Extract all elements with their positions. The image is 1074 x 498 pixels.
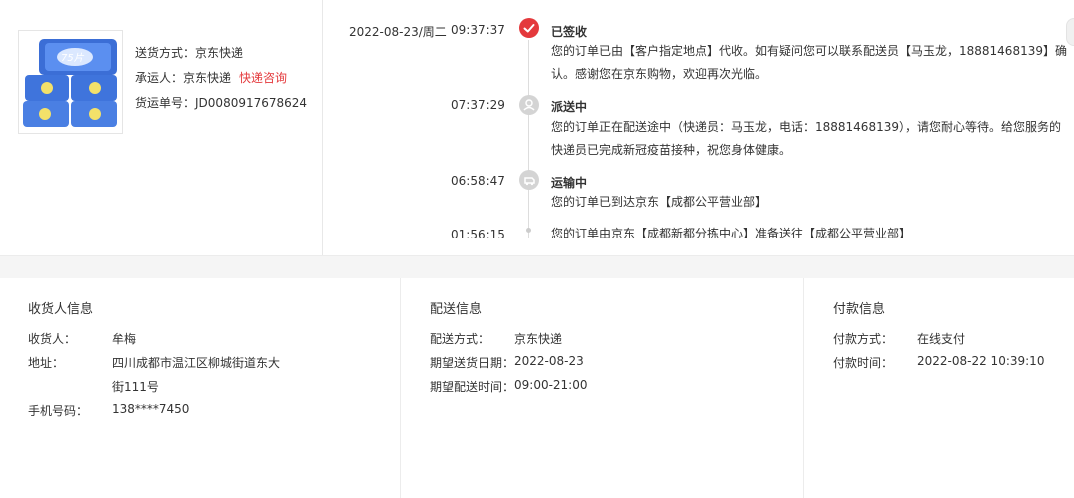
receiver-info: 收货人信息 收货人： 牟梅 地址： 四川成都市温江区柳城街道东大 街111号 手… (0, 278, 401, 498)
expected-time-value: 09:00-21:00 (514, 378, 588, 392)
event-description: 您的订单已到达京东【成都公平营业部】 (551, 195, 768, 209)
tracking-number-label: 货运单号： (135, 96, 196, 110)
transport-icon (519, 170, 539, 190)
carrier-label: 承运人： (135, 71, 184, 85)
timeline-dot (526, 228, 531, 233)
tracking-number: 货运单号：JD0080917678624 (135, 94, 307, 111)
delivery-method-label: 配送方式： (430, 332, 491, 346)
delivery-person-icon (519, 95, 539, 115)
address-line-2: 街111号 (112, 380, 159, 394)
payment-time-value: 2022-08-22 10:39:10 (917, 354, 1045, 368)
product-image-text: 75片 (61, 52, 85, 64)
shipping-method: 送货方式：京东快递 (135, 44, 243, 61)
tracking-date: 2022-08-23/周二 (349, 25, 447, 39)
carrier: 承运人：京东快递 快递咨询 (135, 69, 287, 86)
delivery-info: 配送信息 配送方式： 京东快递 期望送货日期： 2022-08-23 期望配送时… (401, 278, 804, 498)
shipping-method-label: 送货方式： (135, 46, 196, 60)
event-status: 运输中 (551, 176, 588, 190)
wet-wipes-package-icon: 75片 (19, 31, 122, 133)
event-description: 您的订单正在配送途中（快递员：马玉龙，电话：18881468139），请您耐心等… (551, 120, 1061, 157)
product-image[interactable]: 75片 (18, 30, 123, 134)
receiver-name-value: 牟梅 (112, 332, 137, 346)
event-status: 已签收 (551, 25, 588, 39)
event-description: 您的订单已由【客户指定地点】代收。如有疑问您可以联系配送员【马玉龙，188814… (551, 44, 1067, 81)
event-time: 06:58:47 (451, 174, 505, 188)
address-label: 地址： (28, 356, 65, 370)
address-line-1: 四川成都市温江区柳城街道东大 (112, 356, 281, 370)
scroll-handle[interactable] (1066, 18, 1074, 46)
payment-time-label: 付款时间： (833, 356, 894, 370)
expected-time-label: 期望配送时间： (430, 380, 515, 394)
phone-value: 138****7450 (112, 402, 190, 416)
tracking-number-value: JD0080917678624 (195, 96, 308, 110)
event-time: 09:37:37 (451, 23, 505, 37)
order-tracking-section: 75片 送货方式：京东快递 承运人：京东快递 快递咨询 货运单号：JD008091… (0, 0, 1074, 255)
carrier-value: 京东快递 (183, 71, 232, 85)
event-time: 01:56:15 (451, 228, 505, 238)
expected-date-value: 2022-08-23 (514, 354, 584, 368)
receiver-title: 收货人信息 (28, 302, 94, 317)
phone-label: 手机号码： (28, 404, 89, 418)
shipment-summary: 75片 送货方式：京东快递 承运人：京东快递 快递咨询 货运单号：JD008091… (0, 0, 323, 255)
section-divider (0, 255, 1074, 278)
event-description: 您的订单由京东【成都新都分拣中心】准备送往【成都公平营业部】 (551, 227, 912, 238)
payment-title: 付款信息 (833, 302, 886, 317)
event-time: 07:37:29 (451, 98, 505, 112)
expected-date-label: 期望送货日期： (430, 356, 515, 370)
payment-method-label: 付款方式： (833, 332, 894, 346)
event-status: 派送中 (551, 100, 588, 114)
delivery-method-value: 京东快递 (514, 332, 563, 346)
tracking-timeline[interactable]: 2022-08-23/周二 09:37:37 已签收 您的订单已由【客户指定地点… (324, 0, 1074, 238)
shipping-method-value: 京东快递 (195, 46, 244, 60)
payment-method-value: 在线支付 (917, 332, 966, 346)
payment-info: 付款信息 付款方式： 在线支付 付款时间： 2022-08-22 10:39:1… (804, 278, 1074, 498)
receiver-name-label: 收货人： (28, 332, 77, 346)
check-icon (519, 18, 539, 38)
timeline-line (528, 40, 529, 238)
delivery-title: 配送信息 (430, 302, 483, 317)
courier-consult-link[interactable]: 快递咨询 (239, 71, 287, 85)
